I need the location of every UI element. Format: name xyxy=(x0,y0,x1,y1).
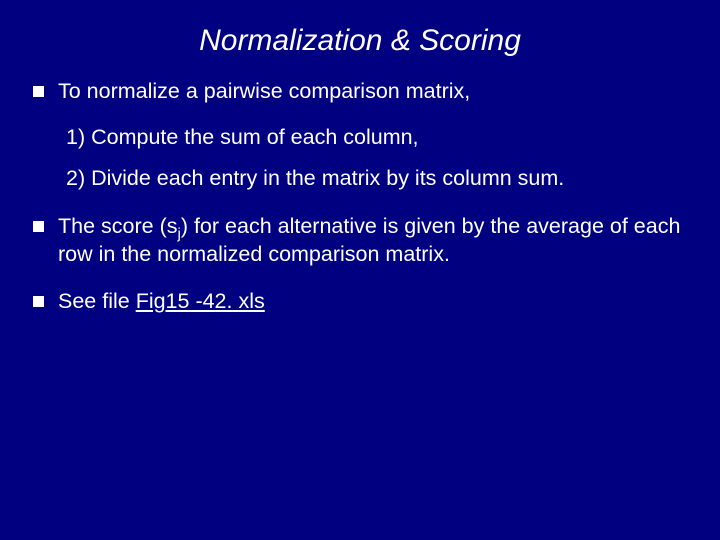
bullet-list: To normalize a pairwise comparison matri… xyxy=(30,78,690,316)
bullet-2: The score (sj) for each alternative is g… xyxy=(30,213,690,268)
file-link[interactable]: Fig15 -42. xls xyxy=(136,289,265,313)
bullet-1-sub-1: 1) Compute the sum of each column, xyxy=(66,124,690,152)
bullet-3-pre: See file xyxy=(58,289,136,313)
bullet-1-text: To normalize a pairwise comparison matri… xyxy=(58,79,470,103)
bullet-1: To normalize a pairwise comparison matri… xyxy=(30,78,690,193)
bullet-2-pre: The score (s xyxy=(58,214,177,238)
slide-title: Normalization & Scoring xyxy=(30,24,690,58)
bullet-1-sub-2: 2) Divide each entry in the matrix by it… xyxy=(66,165,690,193)
slide: Normalization & Scoring To normalize a p… xyxy=(0,0,720,540)
bullet-3: See file Fig15 -42. xls xyxy=(30,288,690,316)
